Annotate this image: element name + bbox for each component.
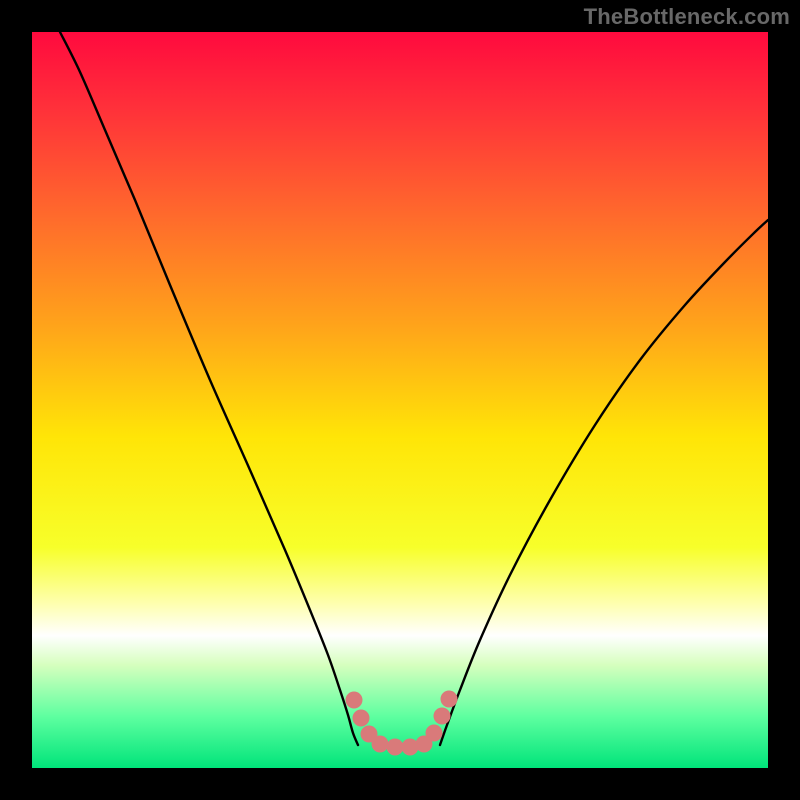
marker-dot	[402, 739, 419, 756]
marker-dot	[353, 710, 370, 727]
chart-frame: TheBottleneck.com	[0, 0, 800, 800]
plot-background	[32, 32, 768, 768]
marker-dot	[387, 739, 404, 756]
marker-dot	[434, 708, 451, 725]
watermark-text: TheBottleneck.com	[584, 4, 790, 30]
marker-dot	[426, 725, 443, 742]
marker-dot	[372, 736, 389, 753]
bottleneck-chart	[0, 0, 800, 800]
marker-dot	[346, 692, 363, 709]
marker-dot	[441, 691, 458, 708]
